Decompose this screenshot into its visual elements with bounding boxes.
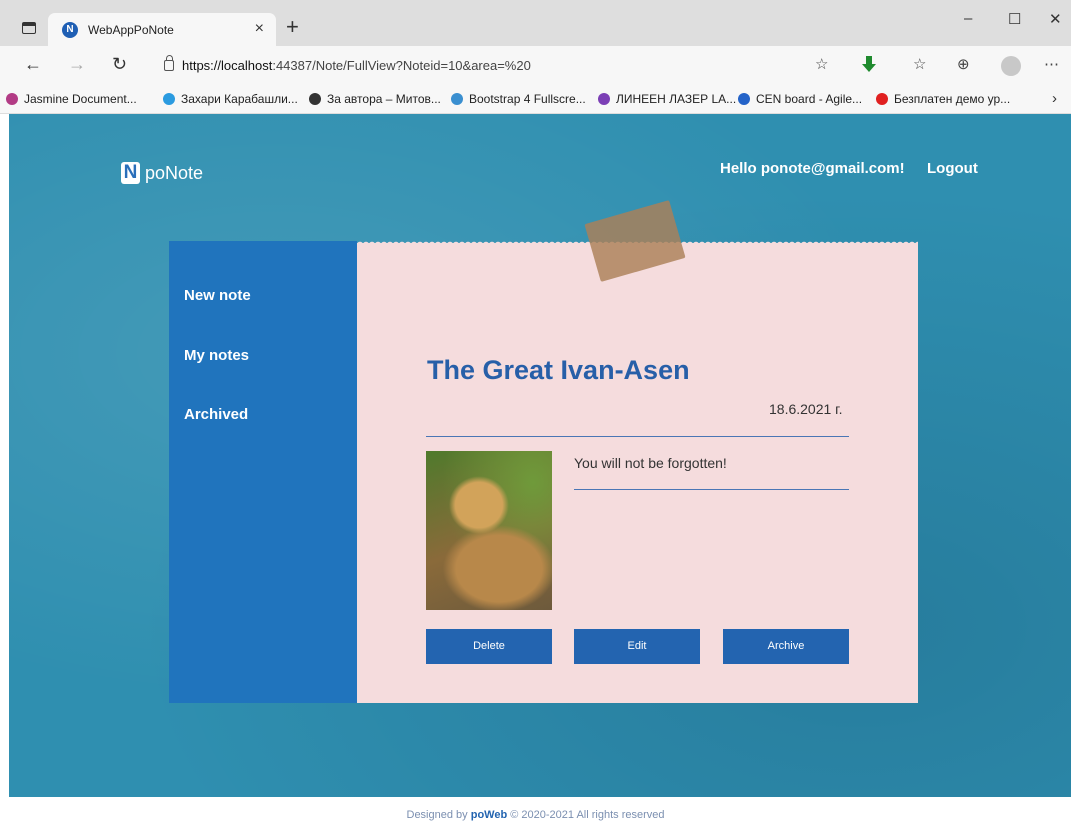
sidebar-item-new-note[interactable]: New note [184,287,251,304]
page-viewport: N poNote Hello ponote@gmail.com! Logout … [9,114,1071,797]
tab-title: WebAppPoNote [88,23,174,37]
page-footer: Designed by poWeb © 2020-2021 All rights… [0,797,1071,833]
footer-prefix: Designed by [406,809,468,821]
back-icon[interactable]: ← [24,54,42,75]
refresh-icon[interactable]: ↻ [112,54,127,75]
add-favorite-icon[interactable]: ☆ [815,55,828,73]
url-host: https://localhost [182,58,273,73]
note-content: You will not be forgotten! [574,455,727,471]
new-tab-icon[interactable]: + [286,16,299,38]
bookmark-item[interactable]: Jasmine Document... [6,92,137,106]
logo-mark-icon: N [121,162,140,184]
tab-actions-icon[interactable] [22,22,36,34]
delete-button[interactable]: Delete [426,629,552,664]
favorites-icon[interactable]: ☆ [913,55,926,73]
sidebar-item-archived[interactable]: Archived [184,406,248,423]
bookmark-item[interactable]: CEN board - Agile... [738,92,862,106]
bookmark-item[interactable]: Захари Карабашли... [163,92,298,106]
bookmark-icon [309,93,321,105]
bookmark-label: Bootstrap 4 Fullscre... [469,92,586,106]
bookmark-icon [598,93,610,105]
address-bar[interactable]: https://localhost:44387/Note/FullView?No… [182,58,531,73]
bookmarks-bar: Jasmine Document... Захари Карабашли... … [0,86,1071,114]
title-divider [426,436,849,437]
edit-button[interactable]: Edit [574,629,700,664]
url-path: :44387/Note/FullView?Noteid=10&area=%20 [272,58,531,73]
content-divider [574,489,849,490]
collections-icon[interactable]: ⊕ [957,55,970,73]
note-image [426,451,552,610]
bookmark-item[interactable]: Безплатен демо ур... [876,92,1010,106]
sidebar-item-my-notes[interactable]: My notes [184,347,249,364]
profile-icon[interactable] [1001,56,1021,76]
logo-text: poNote [145,163,204,183]
more-icon[interactable]: ⋯ [1044,55,1059,73]
browser-tab[interactable]: N WebAppPoNote × [48,13,276,46]
bookmark-label: За автора – Митов... [327,92,441,106]
bookmark-label: ЛИНЕЕН ЛАЗЕР LA... [616,92,737,106]
sidebar-nav: New note My notes Archived [169,241,357,703]
forward-icon[interactable]: → [68,54,86,75]
note-date: 18.6.2021 г. [769,401,843,417]
maximize-icon[interactable]: ☐ [1008,10,1021,28]
logout-link[interactable]: Logout [927,160,978,177]
bookmark-icon [451,93,463,105]
bookmark-label: Jasmine Document... [24,92,137,106]
bookmark-icon [6,93,18,105]
browser-toolbar: ← → ↻ https://localhost:44387/Note/FullV… [0,46,1071,86]
browser-tab-bar: N WebAppPoNote × + – ☐ ✕ [0,0,1071,46]
bookmark-item[interactable]: Bootstrap 4 Fullscre... [451,92,586,106]
bookmark-label: Безплатен демо ур... [894,92,1011,106]
close-window-icon[interactable]: ✕ [1049,10,1062,28]
lock-icon[interactable] [164,55,174,71]
minimize-icon[interactable]: – [964,10,972,27]
user-greeting: Hello ponote@gmail.com! [720,160,905,177]
bookmark-icon [163,93,175,105]
bookmark-item[interactable]: За автора – Митов... [309,92,441,106]
bookmarks-overflow-icon[interactable]: › [1052,90,1057,107]
close-tab-icon[interactable]: × [255,20,264,38]
note-title: The Great Ivan-Asen [427,355,690,385]
footer-copyright: © 2020-2021 All rights reserved [510,809,665,821]
bookmark-label: Захари Карабашли... [181,92,298,106]
bookmark-label: CEN board - Agile... [756,92,863,106]
footer-brand-link[interactable]: poWeb [471,809,507,821]
archive-button[interactable]: Archive [723,629,849,664]
bookmark-item[interactable]: ЛИНЕЕН ЛАЗЕР LA... [598,92,736,106]
bookmark-icon [876,93,888,105]
favicon-icon: N [62,22,78,38]
bookmark-icon [738,93,750,105]
